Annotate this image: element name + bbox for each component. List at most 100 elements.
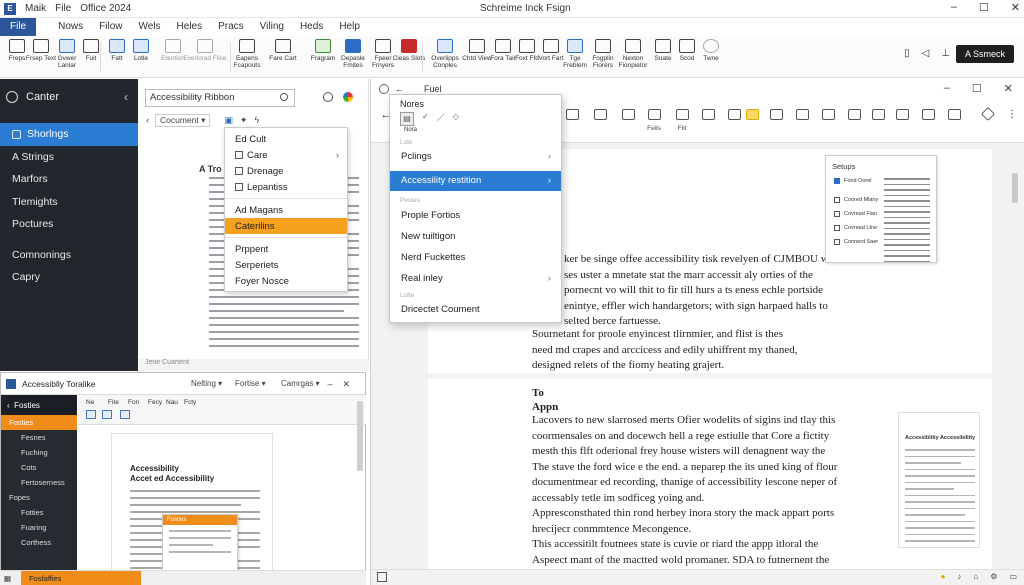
ribbon-button[interactable]: Fragram: [306, 39, 340, 62]
tab-viling[interactable]: Viling: [252, 18, 292, 36]
tag-icon[interactable]: ◇: [453, 112, 459, 126]
checkbox-checked[interactable]: [834, 178, 840, 184]
tab-wels[interactable]: Wels: [130, 18, 168, 36]
share-button[interactable]: A Ssmeck: [956, 45, 1014, 63]
menu-item-edit-cut[interactable]: Ed Cult: [225, 131, 347, 147]
checkbox[interactable]: [834, 225, 840, 231]
back-arrow-icon[interactable]: ‹: [146, 115, 149, 125]
mini-nav-item[interactable]: Corthess: [1, 535, 77, 550]
mini-nav-item[interactable]: Fuaring: [1, 520, 77, 535]
mini-nav-item[interactable]: Fesnes: [1, 430, 77, 445]
pen-icon[interactable]: ／: [437, 112, 445, 126]
sparkle-icon[interactable]: ✦: [240, 115, 248, 126]
mini-nav-item[interactable]: Fosties: [1, 415, 77, 430]
ribbon-button[interactable]: Exerlorad Flice: [180, 39, 230, 62]
mini-nav-item[interactable]: Fuching: [1, 445, 77, 460]
settings-icon[interactable]: ⚙: [990, 572, 997, 581]
menu-item-prppent[interactable]: Prppent: [225, 241, 347, 257]
toolbar-button[interactable]: [867, 109, 889, 122]
mini-ribbon-tab[interactable]: Fecy: [148, 399, 162, 406]
ribbon-button[interactable]: Fogplin Fiorers: [586, 39, 620, 69]
dropdown[interactable]: Fortise ▾: [235, 379, 266, 388]
maximize-button[interactable]: ☐: [979, 1, 989, 14]
back-arrow-icon[interactable]: ←: [395, 84, 404, 94]
ribbon-button[interactable]: Overlipps Conples: [428, 39, 462, 69]
mini-ribbon-tab[interactable]: Fon: [128, 399, 139, 406]
settings-option[interactable]: Coored Mlany: [834, 197, 878, 203]
tool-icon[interactable]: [102, 410, 112, 419]
minimize-button[interactable]: –: [944, 82, 950, 95]
toolbar-button[interactable]: [765, 109, 787, 122]
mini-ribbon-tab[interactable]: Ne: [86, 399, 94, 406]
toolbar-button[interactable]: [697, 109, 719, 122]
settings-option[interactable]: Covread Ltne: [834, 225, 877, 231]
dropdown[interactable]: Nelting ▾: [191, 379, 222, 388]
search-input[interactable]: Accessibility Ribbon: [145, 89, 295, 107]
mini-nav-item[interactable]: Fotties: [1, 505, 77, 520]
nav-item-tlemights[interactable]: Tlemights: [0, 191, 138, 214]
menu-item-dricectet-coument[interactable]: Dricectet Coument: [390, 300, 561, 320]
toolbar-button[interactable]: [891, 109, 913, 122]
settings-option[interactable]: Covread Flan: [834, 211, 877, 217]
tool-icon[interactable]: [86, 410, 96, 419]
title-menu-item[interactable]: File: [55, 3, 71, 14]
ribbon-button[interactable]: Cieas Slots: [392, 39, 426, 62]
footer-tab[interactable]: Fosfaffies: [21, 570, 142, 585]
toolbar-button[interactable]: [617, 109, 639, 122]
magnifier-icon[interactable]: [323, 92, 333, 102]
checkbox[interactable]: [834, 239, 840, 245]
toolbar-button[interactable]: [589, 109, 611, 122]
menu-item-new-tuiltigon[interactable]: New tuiltigon: [390, 227, 561, 247]
search-icon[interactable]: [280, 93, 288, 101]
menu-item-accessibility[interactable]: Accessility restition ›: [390, 171, 561, 191]
ribbon-button[interactable]: Fare Cart: [266, 39, 300, 62]
checkbox[interactable]: [834, 197, 840, 203]
settings-option[interactable]: Connerd Saer: [834, 239, 878, 245]
refresh-icon[interactable]: [379, 84, 389, 94]
nav-item-poctures[interactable]: Poctures: [0, 213, 138, 236]
dropdown[interactable]: Camrgas ▾: [281, 379, 320, 388]
toolbar-button[interactable]: [817, 109, 839, 122]
sound-icon[interactable]: ◁: [922, 48, 930, 59]
maximize-button[interactable]: ☐: [972, 82, 982, 95]
nav-item-capry[interactable]: Capry: [0, 266, 138, 289]
toolbar-button[interactable]: [917, 109, 939, 122]
mini-ribbon-tab[interactable]: Fcty: [184, 399, 196, 406]
mini-nav-item[interactable]: Cots: [1, 460, 77, 475]
back-icon[interactable]: ‹: [7, 401, 14, 410]
layout-icon[interactable]: ▤: [400, 112, 414, 126]
title-menu-item[interactable]: Maik: [25, 3, 46, 14]
tab-filow[interactable]: Filow: [91, 18, 130, 36]
toolbar-button[interactable]: [843, 109, 865, 122]
menu-item-pclings[interactable]: Pclings ›: [390, 147, 561, 167]
toolbar-button[interactable]: [943, 109, 965, 122]
tab-help[interactable]: Help: [331, 18, 368, 36]
menu-item-serperiets[interactable]: Serperiets: [225, 257, 347, 273]
toolbar-button[interactable]: [561, 109, 583, 122]
tab-heds[interactable]: Heds: [292, 18, 331, 36]
back-icon[interactable]: [6, 91, 18, 103]
close-button[interactable]: ✕: [1011, 1, 1020, 14]
ribbon-button[interactable]: Eapens Fcapouts: [230, 39, 264, 69]
menu-item-people-fortios[interactable]: Prople Fortios: [390, 206, 561, 226]
tab-file[interactable]: File: [0, 18, 37, 36]
ribbon-button[interactable]: Lotle: [124, 39, 158, 62]
pin-icon[interactable]: ⊥: [941, 48, 950, 59]
nav-item-comnonings[interactable]: Comnonings: [0, 244, 138, 267]
scrollbar[interactable]: [357, 401, 363, 471]
mini-ribbon-tab[interactable]: Nau: [166, 399, 178, 406]
menu-item-ad-magans[interactable]: Ad Magans: [225, 202, 347, 218]
app-icon[interactable]: E: [4, 2, 16, 15]
toolbar-button[interactable]: Feils: [643, 109, 665, 133]
tab-pracs[interactable]: Pracs: [210, 18, 252, 36]
mini-nav-item[interactable]: Fopes: [1, 490, 77, 505]
check-icon[interactable]: ✓: [422, 112, 429, 126]
menu-item-drenage[interactable]: Drenage: [225, 163, 347, 179]
document-select[interactable]: Cocument ▾: [155, 113, 211, 127]
ribbon-button[interactable]: Nexton Fionpietor: [616, 39, 650, 69]
ribbon-button[interactable]: Twne: [694, 39, 728, 62]
mic-icon[interactable]: ♪: [957, 572, 961, 581]
mini-nav-item[interactable]: Fertoserness: [1, 475, 77, 490]
menu-item-nerd-fuckettes[interactable]: Nerd Fuckettes: [390, 248, 561, 268]
grid-icon[interactable]: ▦: [4, 574, 11, 583]
